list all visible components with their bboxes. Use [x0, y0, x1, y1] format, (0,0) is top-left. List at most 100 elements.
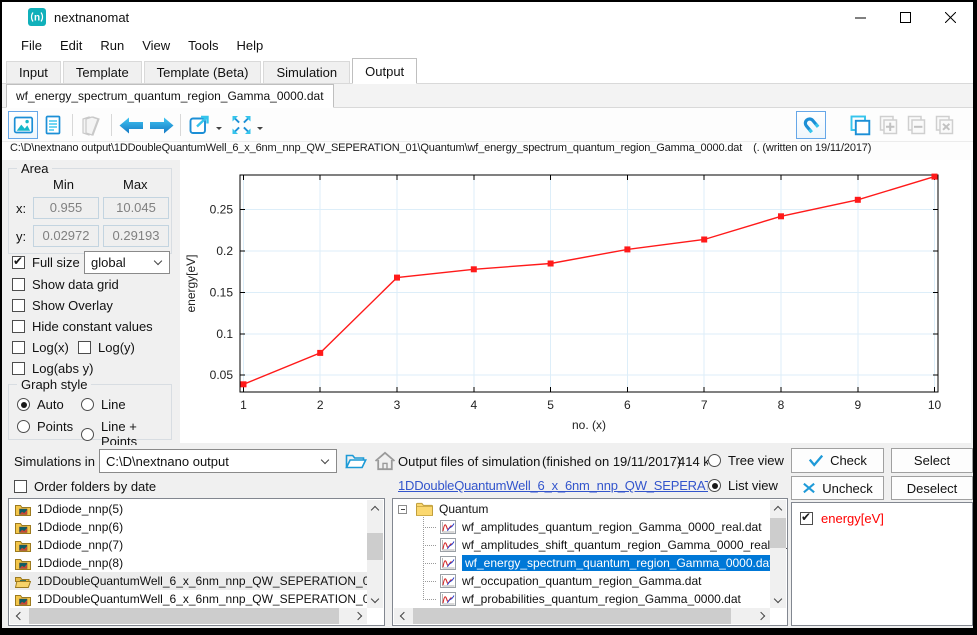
checkbox-box[interactable]	[12, 320, 25, 333]
browse-folder-button[interactable]	[342, 449, 369, 473]
checkbox-box[interactable]	[12, 278, 25, 291]
home-button[interactable]	[371, 449, 398, 473]
minimize-button[interactable]	[838, 2, 883, 32]
tab-simulation[interactable]: Simulation	[263, 61, 350, 83]
menu-item-view[interactable]: View	[133, 38, 179, 53]
tab-template[interactable]: Template	[63, 61, 142, 83]
fullscreen-button[interactable]	[226, 111, 256, 139]
clone-window-button[interactable]	[845, 111, 875, 139]
dropdown-caret-icon[interactable]	[216, 127, 222, 133]
option-log-abs-y-[interactable]: Log(abs y)	[12, 361, 93, 376]
tree-folder-quantum[interactable]: Quantum	[411, 500, 771, 518]
plotted-quantities-box[interactable]: energy[eV]	[791, 502, 973, 626]
file-item[interactable]: wf_probabilities_quantum_region_Gamma_00…	[435, 590, 787, 608]
chart-view-button[interactable]	[8, 111, 38, 139]
full-size-checkbox-box[interactable]	[12, 256, 25, 269]
scroll-right-arrow[interactable]	[351, 608, 367, 624]
scroll-down-arrow[interactable]	[367, 592, 383, 608]
scroll-up-arrow[interactable]	[367, 500, 383, 516]
tab-template-beta-[interactable]: Template (Beta)	[144, 61, 262, 83]
horizontal-scrollbar[interactable]	[10, 608, 367, 624]
checkbox-box[interactable]	[800, 512, 813, 525]
y-max-field[interactable]: 0.29193	[103, 225, 169, 247]
back-arrow-button[interactable]	[116, 111, 146, 139]
order-folders-checkbox-box[interactable]	[14, 480, 27, 493]
vertical-scroll-thumb[interactable]	[770, 518, 786, 548]
full-size-checkbox[interactable]: Full size	[12, 255, 80, 270]
deselect-button[interactable]: Deselect	[891, 476, 973, 500]
option-log-y-[interactable]: Log(y)	[78, 340, 135, 355]
full-size-mode-select[interactable]: global	[84, 251, 170, 274]
menu-item-help[interactable]: Help	[228, 38, 273, 53]
file-item[interactable]: wf_amplitudes_quantum_region_Gamma_0000_…	[435, 518, 787, 536]
menu-item-edit[interactable]: Edit	[51, 38, 91, 53]
radio-circle[interactable]	[81, 398, 94, 411]
dropdown-caret-icon[interactable]	[257, 127, 263, 133]
chart-svg[interactable]: 123456789100.050.10.150.20.25no. (x)ener…	[180, 160, 971, 443]
radio-circle[interactable]	[17, 420, 30, 433]
vertical-scroll-thumb[interactable]	[367, 533, 383, 560]
horizontal-scroll-thumb[interactable]	[413, 608, 731, 624]
graph-style-line[interactable]: Line	[81, 397, 126, 412]
tree-collapse-expander[interactable]	[398, 505, 407, 514]
folder-item[interactable]: 1DDoubleQuantumWell_6_x_6nm_nnp_QW_SEPER…	[10, 572, 368, 590]
output-file-tree[interactable]: Quantumwf_amplitudes_quantum_region_Gamm…	[392, 498, 788, 626]
export-button[interactable]	[185, 111, 215, 139]
simulation-path-combobox[interactable]: C:\D\nextnano output	[99, 449, 337, 473]
option-log-x-[interactable]: Log(x)	[12, 340, 69, 355]
vertical-scrollbar[interactable]	[770, 500, 786, 608]
graph-style-auto[interactable]: Auto	[17, 397, 64, 412]
horizontal-scroll-thumb[interactable]	[29, 608, 339, 624]
text-view-button[interactable]	[38, 111, 68, 139]
folder-item[interactable]: 1Ddiode_nnp(5)	[10, 500, 368, 518]
scroll-right-arrow[interactable]	[754, 608, 770, 624]
menu-item-run[interactable]: Run	[91, 38, 133, 53]
folder-item[interactable]: 1DDoubleQuantumWell_6_x_6nm_nnp_QW_SEPER…	[10, 590, 368, 608]
scroll-left-arrow[interactable]	[394, 608, 410, 624]
x-min-field[interactable]: 0.955	[33, 197, 99, 219]
tab-input[interactable]: Input	[6, 61, 61, 83]
checkbox-box[interactable]	[12, 341, 25, 354]
file-item[interactable]: wf_amplitudes_shift_quantum_region_Gamma…	[435, 536, 787, 554]
plotted-quantity-energy-ev-[interactable]: energy[eV]	[800, 511, 884, 526]
option-hide-constant-values[interactable]: Hide constant values	[12, 319, 153, 334]
graph-style-points[interactable]: Points	[17, 419, 73, 434]
order-folders-checkbox[interactable]: Order folders by date	[14, 479, 156, 494]
tree-view-radio-circle[interactable]	[708, 454, 721, 467]
radio-circle[interactable]	[81, 428, 94, 441]
radio-circle[interactable]	[17, 398, 30, 411]
x-max-field[interactable]: 10.045	[103, 197, 169, 219]
magnet-button[interactable]	[796, 111, 826, 139]
file-item-selected[interactable]: wf_energy_spectrum_quantum_region_Gamma_…	[435, 554, 787, 572]
horizontal-scrollbar[interactable]	[394, 608, 770, 624]
option-show-overlay[interactable]: Show Overlay	[12, 298, 113, 313]
simulation-link[interactable]: 1DDoubleQuantumWell_6_x_6nm_nnp_QW_SEPER…	[398, 478, 756, 493]
tab-output-file[interactable]: wf_energy_spectrum_quantum_region_Gamma_…	[6, 84, 334, 108]
y-min-field[interactable]: 0.02972	[33, 225, 99, 247]
scroll-left-arrow[interactable]	[10, 608, 26, 624]
forward-arrow-button[interactable]	[146, 111, 176, 139]
scroll-up-arrow[interactable]	[770, 500, 786, 516]
close-button[interactable]	[928, 2, 973, 32]
list-view-radio-circle[interactable]	[708, 479, 721, 492]
folder-item[interactable]: 1Ddiode_nnp(7)	[10, 536, 368, 554]
select-button[interactable]: Select	[891, 448, 973, 473]
tab-output[interactable]: Output	[352, 58, 417, 84]
checkbox-box[interactable]	[12, 299, 25, 312]
scroll-down-arrow[interactable]	[770, 592, 786, 608]
maximize-button[interactable]	[883, 2, 928, 32]
folder-item[interactable]: 1Ddiode_nnp(6)	[10, 518, 368, 536]
menu-item-tools[interactable]: Tools	[179, 38, 227, 53]
menu-item-file[interactable]: File	[12, 38, 51, 53]
vertical-scrollbar[interactable]	[367, 500, 383, 608]
checkbox-box[interactable]	[78, 341, 91, 354]
check-button[interactable]: Check	[791, 448, 884, 473]
checkbox-box[interactable]	[12, 362, 25, 375]
simulation-folder-list[interactable]: 1Ddiode_nnp(5)1Ddiode_nnp(6)1Ddiode_nnp(…	[8, 498, 385, 626]
list-view-radio[interactable]: List view	[708, 478, 778, 493]
file-item[interactable]: wf_occupation_quantum_region_Gamma.dat	[435, 572, 787, 590]
folder-item[interactable]: 1Ddiode_nnp(8)	[10, 554, 368, 572]
option-show-data-grid[interactable]: Show data grid	[12, 277, 119, 292]
tree-view-radio[interactable]: Tree view	[708, 453, 784, 468]
uncheck-button[interactable]: Uncheck	[791, 476, 884, 500]
